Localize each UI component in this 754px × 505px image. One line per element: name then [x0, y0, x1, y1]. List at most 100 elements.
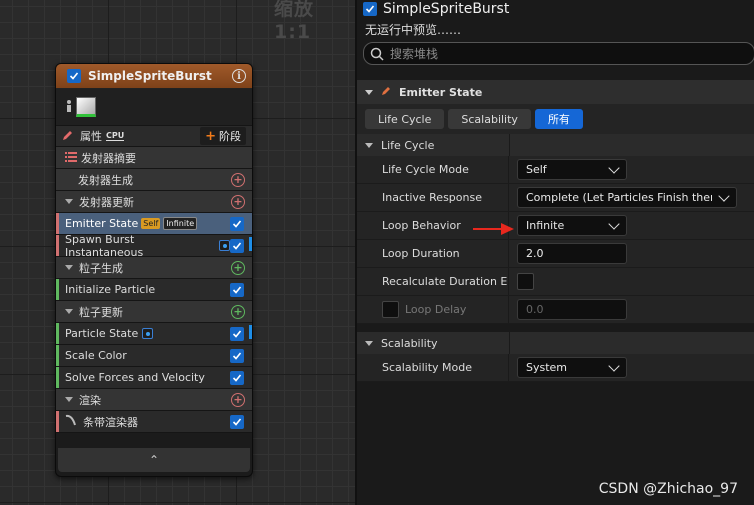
search-input[interactable]: 搜索堆栈 — [363, 42, 754, 65]
emitter-enable-checkbox[interactable] — [67, 69, 81, 83]
parameter-dot-icon — [219, 240, 230, 251]
plus-icon: + — [205, 128, 216, 144]
row-emitter-spawn[interactable]: 发射器生成 + — [56, 169, 252, 191]
row-label: Solve Forces and Velocity — [65, 371, 205, 384]
loop-delay-input: 0.0 — [517, 299, 627, 320]
module-color-bar — [56, 367, 59, 388]
details-title: SimpleSpriteBurst — [383, 1, 510, 17]
check-icon — [232, 417, 242, 426]
dropdown-value: Complete (Let Particles Finish then — [526, 191, 713, 204]
row-ribbon-renderer[interactable]: 条带渲染器 — [56, 411, 252, 433]
node-toolbar: 属性 CPU + 阶段 — [56, 125, 252, 147]
module-color-bar — [56, 213, 59, 234]
row-scale-color[interactable]: Scale Color — [56, 345, 252, 367]
filter-all[interactable]: 所有 — [534, 109, 583, 129]
module-enable-checkbox[interactable] — [230, 238, 244, 253]
add-stage-button[interactable]: + 阶段 — [200, 127, 246, 145]
row-solve-forces[interactable]: Solve Forces and Velocity — [56, 367, 252, 389]
prop-name-wrap: Loop Delay — [357, 296, 509, 323]
row-emitter-summary[interactable]: 发射器摘要 — [56, 147, 252, 169]
row-particle-spawn[interactable]: 粒子生成 + — [56, 257, 252, 279]
properties-label[interactable]: 属性 — [80, 128, 102, 144]
scalability-mode-dropdown[interactable]: System — [517, 357, 627, 378]
info-icon[interactable]: i — [232, 69, 246, 83]
check-icon — [69, 72, 79, 80]
row-label: 粒子生成 — [79, 261, 123, 275]
prop-scalability-mode: Scalability Mode System — [357, 354, 754, 382]
filter-scalability[interactable]: Scalability — [448, 109, 531, 129]
cpu-badge: CPU — [106, 131, 125, 141]
dropdown-value: Self — [526, 163, 547, 176]
graph-canvas[interactable]: 缩放 1:1 SimpleSpriteBurst i 属性 CPU + 阶段 发… — [0, 0, 355, 505]
preview-status: 无运行中预览…… — [365, 23, 462, 37]
emitter-enable-checkbox[interactable] — [363, 2, 377, 16]
emitter-node[interactable]: SimpleSpriteBurst i 属性 CPU + 阶段 发射器摘要 发射… — [55, 63, 253, 477]
stage-label: 阶段 — [219, 130, 241, 143]
module-enable-checkbox[interactable] — [230, 348, 244, 363]
pencil-icon[interactable] — [62, 129, 76, 144]
loop-duration-input[interactable]: 2.0 — [517, 243, 627, 264]
section-life-cycle[interactable]: Life Cycle — [357, 134, 754, 156]
module-enable-checkbox[interactable] — [230, 326, 244, 341]
ribbon-icon — [65, 414, 77, 429]
red-arrow-annotation — [473, 223, 514, 235]
watermark: CSDN @Zhichao_97 — [598, 481, 738, 497]
row-spawn-burst[interactable]: Spawn Burst Instantaneous — [56, 232, 252, 259]
add-module-icon[interactable]: + — [231, 194, 245, 209]
check-icon — [365, 5, 375, 13]
check-icon — [232, 241, 242, 250]
collapse-triangle-icon[interactable] — [65, 309, 73, 314]
loop-delay-enable-checkbox[interactable] — [382, 301, 399, 318]
check-icon — [232, 351, 242, 360]
loop-behavior-dropdown[interactable]: Infinite — [517, 215, 627, 236]
life-cycle-mode-dropdown[interactable]: Self — [517, 159, 627, 180]
dropdown-value: System — [526, 361, 568, 374]
section-scalability[interactable]: Scalability — [357, 332, 754, 354]
collapse-triangle-icon[interactable] — [65, 397, 73, 402]
person-icon — [64, 98, 74, 116]
module-enable-checkbox[interactable] — [230, 414, 244, 429]
module-color-bar — [56, 411, 59, 432]
section-title: Scalability — [381, 336, 438, 350]
module-color-bar — [56, 279, 59, 300]
list-icon — [65, 151, 77, 165]
chevron-down-icon — [608, 217, 620, 230]
row-initialize-particle[interactable]: Initialize Particle — [56, 279, 252, 301]
self-badge: Self — [141, 218, 161, 229]
collapse-triangle-icon[interactable] — [365, 142, 373, 148]
search-placeholder: 搜索堆栈 — [390, 47, 439, 61]
add-module-icon[interactable]: + — [231, 260, 245, 275]
collapse-triangle-icon[interactable] — [65, 265, 73, 270]
row-emitter-update[interactable]: 发射器更新 + — [56, 191, 252, 213]
module-enable-checkbox[interactable] — [230, 370, 244, 385]
emitter-thumbnail[interactable] — [76, 97, 96, 117]
category-header-emitter-state[interactable]: Emitter State — [357, 80, 754, 104]
scroll-marker — [249, 237, 252, 251]
row-particle-update[interactable]: 粒子更新 + — [56, 301, 252, 323]
module-icon — [381, 86, 391, 99]
zoom-label: 缩放 1:1 — [274, 0, 315, 43]
collapse-triangle-icon[interactable] — [65, 199, 73, 204]
prop-inactive-response: Inactive Response Complete (Let Particle… — [357, 184, 754, 212]
inactive-response-dropdown[interactable]: Complete (Let Particles Finish then — [517, 187, 737, 208]
prop-name: Recalculate Duration Eac — [357, 268, 509, 295]
recalculate-checkbox[interactable] — [517, 273, 534, 290]
filter-life-cycle[interactable]: Life Cycle — [365, 109, 445, 129]
parameter-dot-icon — [142, 328, 154, 339]
module-enable-checkbox[interactable] — [230, 282, 244, 297]
collapse-node-button[interactable]: ⌃ — [58, 448, 250, 472]
row-render[interactable]: 渲染 + — [56, 389, 252, 411]
prop-loop-behavior: Loop Behavior Infinite — [357, 212, 754, 240]
add-module-icon[interactable]: + — [231, 172, 245, 187]
node-header[interactable]: SimpleSpriteBurst i — [56, 64, 252, 89]
collapse-triangle-icon[interactable] — [365, 89, 373, 95]
row-label: Particle State — [65, 327, 139, 340]
module-color-bar — [56, 345, 59, 366]
add-module-icon[interactable]: + — [231, 392, 245, 407]
row-particle-state[interactable]: Particle State — [56, 323, 252, 345]
collapse-triangle-icon[interactable] — [365, 340, 373, 346]
add-module-icon[interactable]: + — [231, 304, 245, 319]
module-enable-checkbox[interactable] — [230, 216, 244, 231]
row-label: Emitter State — [65, 217, 139, 230]
row-label: Spawn Burst Instantaneous — [65, 232, 144, 259]
